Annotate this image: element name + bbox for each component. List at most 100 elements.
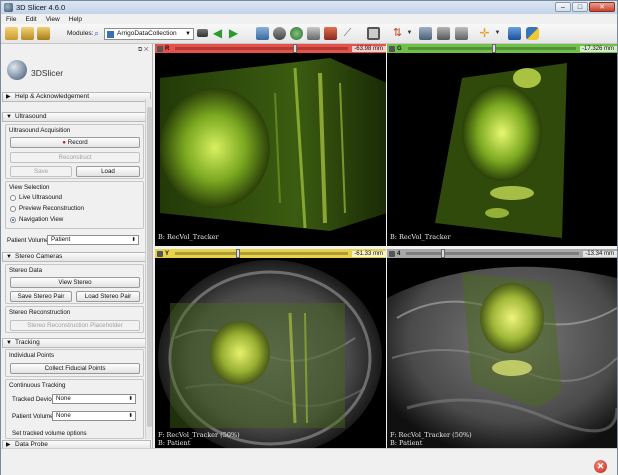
editor-icon[interactable] [324,27,337,40]
layout-icon[interactable] [367,27,380,40]
chevron-down-icon[interactable]: ▼ [491,27,504,40]
yellow-slice-slider[interactable] [175,249,349,258]
view-letter: G [397,45,402,52]
tracked-device-label: Tracked Device: [12,396,57,403]
chevron-down-icon: ▼ [185,31,191,37]
section-data-probe[interactable]: ▶ Data Probe [2,440,151,448]
green-slice-view[interactable]: B: RecVol_Tracker [387,53,617,246]
foreground-layer-label: F: RecVol_Tracker (50%) [158,431,240,439]
maximize-button[interactable]: □ [572,2,588,12]
minimize-button[interactable]: – [555,2,571,12]
screenshot-icon[interactable] [419,27,432,40]
green-slice-slider[interactable] [407,44,576,53]
close-window-button[interactable]: ✕ [589,2,615,12]
save-button[interactable]: Save [10,166,72,177]
load-data-icon[interactable] [5,27,18,40]
tracking-patient-volume-select[interactable]: None ⬍ [52,411,136,421]
logo-text: 3DSlicer [31,68,64,78]
gray-slice-view[interactable]: F: RecVol_Tracker (50%) B: Patient [387,258,617,448]
menu-view[interactable]: View [46,16,60,23]
window-level-icon[interactable] [455,27,468,40]
pin-icon[interactable] [389,250,395,257]
slider-handle[interactable] [440,249,445,258]
radio-navigation-view[interactable] [10,217,16,223]
dicom-icon[interactable] [21,27,34,40]
background-layer-label: B: RecVol_Tracker [158,233,219,241]
load-button[interactable]: Load [76,166,140,177]
slider-handle[interactable] [491,44,496,53]
view-stereo-button[interactable]: View Stereo [10,277,140,288]
group-title: Stereo Data [9,267,43,274]
menu-file[interactable]: File [6,16,16,23]
scrollbar-thumb[interactable] [147,107,152,427]
save-icon[interactable] [37,27,50,40]
slider-handle[interactable] [292,44,297,53]
pin-icon[interactable] [157,250,163,257]
volumes-icon[interactable] [273,27,286,40]
expand-arrow-icon: ▶ [6,94,11,100]
panel-scrollbar[interactable] [145,99,152,439]
python-console-icon[interactable] [526,27,539,40]
group-title: Individual Points [9,352,55,359]
module-selector[interactable]: ArrigoDataCollection ▼ [104,28,194,40]
background-layer-label: B: Patient [158,439,191,447]
section-stereo-cameras[interactable]: ▼ Stereo Cameras [2,252,151,262]
chevron-down-icon: ⬍ [128,413,133,419]
red-slice-slider[interactable] [175,44,349,53]
load-stereo-pair-button[interactable]: Load Stereo Pair [76,291,140,302]
save-stereo-pair-button[interactable]: Save Stereo Pair [10,291,72,302]
dock-buttons-icon[interactable]: ⧉ ✕ [138,47,149,54]
section-ultrasound[interactable]: ▼ Ultrasound [2,112,151,122]
group-title: Ultrasound Acquisition [9,127,71,134]
individual-points-group: Individual Points Collect Fiducial Point… [5,349,144,377]
red-view-image [160,58,386,231]
collapse-arrow-icon: ▼ [6,340,12,346]
yellow-slice-view[interactable]: F: RecVol_Tracker (50%) B: Patient [155,258,386,448]
scene-view-icon[interactable] [437,27,450,40]
patient-volume-select[interactable]: Patient ⬍ [47,235,139,245]
section-tracking[interactable]: ▼ Tracking [2,338,151,348]
error-log-icon[interactable]: ✕ [594,460,607,473]
radio-preview-reconstruction[interactable] [10,206,16,212]
stereo-reconstruction-placeholder-button[interactable]: Stereo Reconstruction Placeholder [10,320,140,331]
slicer-app-icon [4,3,13,12]
chevron-down-icon: ⬍ [131,237,136,243]
radio-label: Navigation View [19,216,64,223]
extension-manager-icon[interactable] [508,27,521,40]
module-search-icon[interactable]: ⌕ [90,27,103,40]
pin-icon[interactable] [389,45,395,52]
view-letter: R [165,45,170,52]
gray-slice-slider[interactable] [406,249,580,258]
radio-live-ultrasound[interactable] [10,195,16,201]
crosshair-icon[interactable]: ✛ [478,27,491,40]
patient-volume-label: Patient Volume: [7,237,51,244]
title-bar: 3D Slicer 4.6.0 – □ ✕ [1,1,617,14]
red-slice-view[interactable]: B: RecVol_Tracker [155,53,386,246]
slice-offset-value: -61.33 mm [352,250,386,257]
group-title: Continuous Tracking [9,382,66,389]
group-title: Stereo Reconstruction [9,309,71,316]
module-icon [107,31,114,38]
collect-fiducial-points-button[interactable]: Collect Fiducial Points [10,363,140,374]
back-arrow-icon[interactable]: ◀ [211,27,224,40]
slice-offset-value: -13.34 mm [583,250,617,257]
reconstruct-button[interactable]: Reconstruct [10,152,140,163]
chevron-down-icon[interactable]: ▼ [403,27,416,40]
pin-icon[interactable] [157,45,163,52]
slider-handle[interactable] [235,249,240,258]
models-icon[interactable] [290,27,303,40]
record-button[interactable]: ● Record [10,137,140,148]
data-module-icon[interactable] [256,27,269,40]
main-toolbar: Modules: ⌕ ArrigoDataCollection ▼ ◀ ▶ ⟋ ⇅… [1,24,617,44]
tracked-device-select[interactable]: None ⬍ [52,394,136,404]
transforms-icon[interactable] [307,27,320,40]
menu-edit[interactable]: Edit [25,16,36,23]
module-history-icon[interactable] [197,29,208,37]
section-help[interactable]: ▶ Help & Acknowledgement [2,92,151,102]
menu-help[interactable]: Help [69,16,82,23]
background-layer-label: B: RecVol_Tracker [390,233,451,241]
group-title: View Selection [9,184,50,191]
stereo-reconstruction-group: Stereo Reconstruction Stereo Reconstruct… [5,306,144,333]
markups-icon[interactable]: ⟋ [341,27,354,40]
forward-arrow-icon[interactable]: ▶ [227,27,240,40]
